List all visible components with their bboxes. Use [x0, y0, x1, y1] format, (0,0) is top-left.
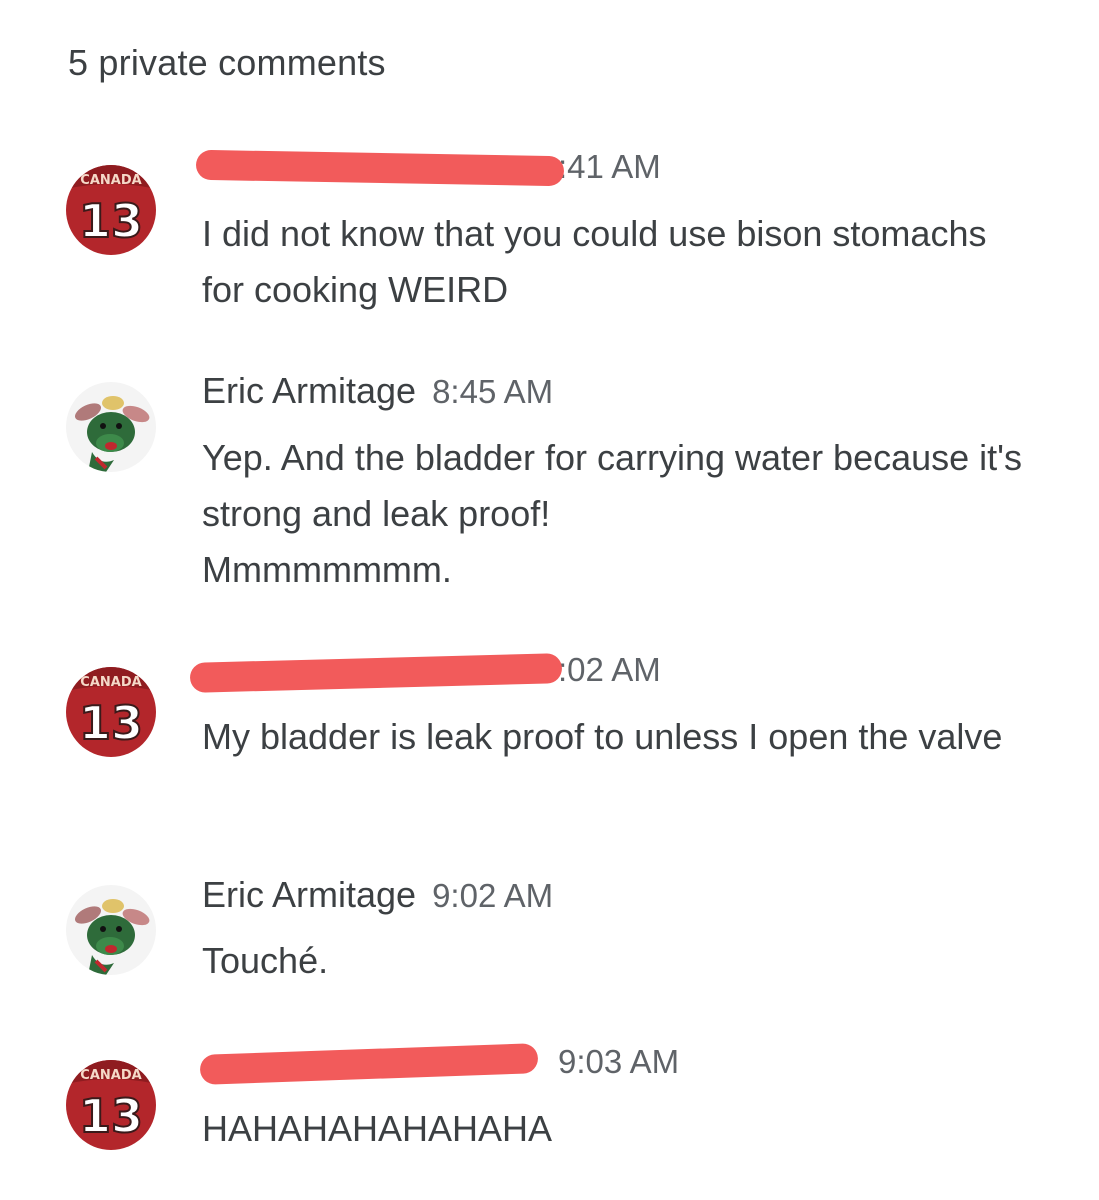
- comment-text: Touché.: [202, 940, 329, 981]
- comment-time: 9:03 AM: [558, 1043, 680, 1080]
- green-moose-avatar-icon[interactable]: [66, 885, 156, 975]
- jersey-13-avatar-icon[interactable]: CANADA 13: [66, 1060, 156, 1150]
- jersey-13-avatar-icon[interactable]: CANADA 13: [66, 165, 156, 255]
- jersey-number: 13: [79, 696, 143, 750]
- green-moose-avatar-icon[interactable]: [66, 382, 156, 472]
- comment-time: 9:02 AM: [432, 877, 554, 914]
- jersey-number: 13: [79, 1089, 143, 1143]
- jersey-number: 13: [79, 194, 143, 248]
- comment-text: My bladder is leak proof to unless I ope…: [202, 716, 1003, 757]
- comment-time: 8:45 AM: [432, 373, 554, 410]
- comment-time: :02 AM: [558, 651, 661, 688]
- comment-text: I did not know that you could use bison …: [202, 213, 987, 310]
- comment-text: HAHAHAHAHAHAHA: [202, 1108, 553, 1149]
- comment-author[interactable]: Eric Armitage: [202, 370, 416, 411]
- jersey-banner: CANADA: [80, 173, 141, 188]
- comment-meta: Eric Armitage 9:02 AM: [202, 874, 553, 916]
- comment-text: Yep. And the bladder for carrying water …: [202, 437, 1023, 590]
- comment-author[interactable]: Eric Armitage: [202, 874, 416, 915]
- jersey-13-avatar-icon[interactable]: CANADA 13: [66, 667, 156, 757]
- comment-meta: Eric Armitage 8:45 AM: [202, 370, 553, 412]
- jersey-banner: CANADA: [80, 675, 141, 690]
- redaction-mark: [195, 149, 565, 187]
- comment-time: :41 AM: [558, 148, 661, 185]
- jersey-banner: CANADA: [80, 1068, 141, 1083]
- comments-count-header: 5 private comments: [68, 42, 386, 83]
